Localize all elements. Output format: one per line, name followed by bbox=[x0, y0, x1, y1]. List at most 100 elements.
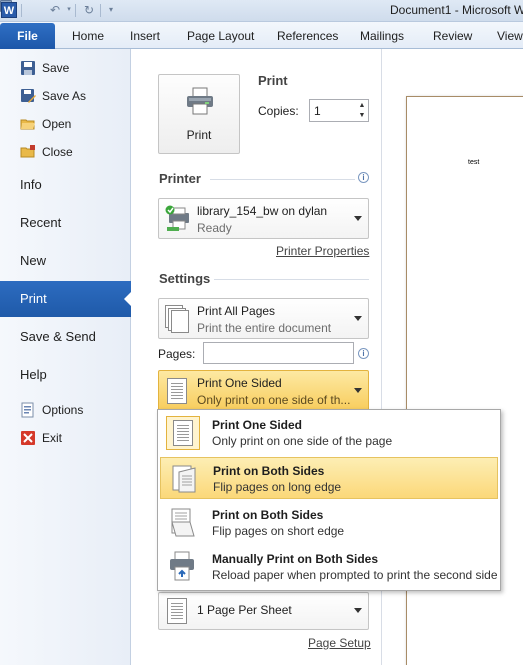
flip-short-edge-icon bbox=[171, 508, 195, 537]
nav-open-label: Open bbox=[42, 117, 72, 131]
tab-insert[interactable]: Insert bbox=[130, 29, 160, 43]
nav-info-label: Info bbox=[20, 177, 42, 192]
tab-references[interactable]: References bbox=[277, 29, 338, 43]
window-title: Document1 - Microsoft W bbox=[390, 3, 523, 17]
tab-review[interactable]: Review bbox=[433, 29, 472, 43]
nav-save-label: Save bbox=[42, 61, 70, 75]
nav-close[interactable]: Close bbox=[0, 139, 131, 165]
nav-help-label: Help bbox=[20, 367, 47, 382]
nav-recent-label: Recent bbox=[20, 215, 62, 230]
divider bbox=[214, 279, 369, 280]
nav-close-label: Close bbox=[42, 145, 73, 159]
spin-up-icon[interactable]: ▲ bbox=[356, 101, 368, 111]
nav-save-send-label: Save & Send bbox=[20, 329, 96, 344]
tab-view[interactable]: View bbox=[497, 29, 523, 43]
customize-toolbar-icon[interactable]: ▾ bbox=[104, 3, 118, 17]
sided-title: Print One Sided bbox=[197, 376, 282, 390]
menu-item-subtitle: Flip pages on short edge bbox=[212, 524, 345, 538]
chevron-down-icon bbox=[354, 316, 362, 321]
print-heading: Print bbox=[258, 73, 288, 88]
nav-save[interactable]: Save bbox=[0, 55, 131, 81]
menu-item-title: Print on Both Sides bbox=[212, 508, 324, 522]
save-as-icon bbox=[21, 89, 36, 103]
sided-options-menu: Print One Sided Only print on one side o… bbox=[157, 409, 501, 591]
sided-dropdown[interactable]: Print One Sided Only print on one side o… bbox=[158, 370, 369, 411]
nav-recent[interactable]: Recent bbox=[0, 205, 131, 241]
print-button[interactable]: Print bbox=[158, 74, 240, 154]
printer-heading: Printer bbox=[159, 171, 201, 186]
page-setup-link[interactable]: Page Setup bbox=[308, 636, 371, 650]
undo-dropdown-icon[interactable]: ▾ bbox=[62, 3, 76, 17]
nav-save-as[interactable]: Save As bbox=[0, 83, 131, 109]
menu-item-title: Print One Sided bbox=[212, 418, 303, 432]
nav-print-label: Print bbox=[20, 291, 47, 306]
menu-item-subtitle: Flip pages on long edge bbox=[213, 480, 342, 494]
pages-per-sheet-title: 1 Page Per Sheet bbox=[197, 603, 292, 617]
flip-long-edge-icon bbox=[172, 465, 196, 493]
divider bbox=[210, 179, 355, 180]
nav-save-as-label: Save As bbox=[42, 89, 87, 103]
printer-status: Ready bbox=[197, 221, 232, 235]
pages-stack-icon bbox=[165, 305, 191, 333]
nav-options-label: Options bbox=[42, 403, 84, 417]
tab-home[interactable]: Home bbox=[72, 29, 104, 43]
printer-name: library_154_bw on dylan bbox=[197, 204, 328, 218]
printer-properties-link[interactable]: Printer Properties bbox=[276, 244, 369, 258]
one-sided-page-icon bbox=[167, 378, 187, 404]
menu-item-both-sides-long-edge[interactable]: Print on Both Sides Flip pages on long e… bbox=[160, 457, 498, 499]
nav-info[interactable]: Info bbox=[0, 167, 131, 203]
printer-dropdown[interactable]: library_154_bw on dylan Ready bbox=[158, 198, 369, 239]
nav-options[interactable]: Options bbox=[0, 397, 131, 423]
menu-item-both-sides-short-edge[interactable]: Print on Both Sides Flip pages on short … bbox=[160, 502, 498, 544]
pages-per-sheet-dropdown[interactable]: 1 Page Per Sheet bbox=[158, 592, 369, 630]
chevron-down-icon bbox=[354, 216, 362, 221]
save-icon bbox=[21, 61, 35, 75]
nav-help[interactable]: Help bbox=[0, 357, 131, 393]
chevron-down-icon bbox=[354, 608, 362, 613]
manual-duplex-printer-icon bbox=[170, 551, 194, 581]
pages-input[interactable] bbox=[203, 342, 354, 364]
sided-subtitle: Only print on one side of th... bbox=[197, 393, 351, 407]
undo-icon[interactable]: ↶ bbox=[48, 3, 62, 17]
options-icon bbox=[21, 402, 34, 418]
menu-item-title: Manually Print on Both Sides bbox=[212, 552, 379, 566]
tab-mailings[interactable]: Mailings bbox=[360, 29, 404, 43]
menu-item-manual-both-sides[interactable]: Manually Print on Both Sides Reload pape… bbox=[160, 546, 498, 588]
open-folder-icon bbox=[20, 119, 35, 130]
divider bbox=[21, 4, 22, 17]
divider bbox=[75, 4, 76, 17]
one-sided-icon bbox=[166, 416, 200, 450]
printer-icon bbox=[187, 87, 213, 115]
nav-print[interactable]: Print bbox=[0, 281, 132, 317]
pages-label: Pages: bbox=[158, 347, 196, 361]
copies-value: 1 bbox=[314, 104, 321, 118]
print-range-dropdown[interactable]: Print All Pages Print the entire documen… bbox=[158, 298, 369, 339]
divider bbox=[100, 4, 101, 17]
pages-info-icon[interactable]: i bbox=[358, 348, 369, 359]
nav-exit[interactable]: Exit bbox=[0, 425, 131, 451]
tab-file[interactable]: File bbox=[0, 23, 55, 49]
printer-ready-icon bbox=[165, 205, 189, 231]
backstage-nav: Save Save As Open Close Info Recent New … bbox=[0, 49, 132, 665]
redo-icon[interactable]: ↻ bbox=[82, 3, 96, 17]
printer-info-icon[interactable]: i bbox=[358, 172, 369, 183]
tab-page-layout[interactable]: Page Layout bbox=[187, 29, 254, 43]
menu-item-subtitle: Only print on one side of the page bbox=[212, 434, 393, 448]
menu-item-title: Print on Both Sides bbox=[213, 464, 325, 478]
settings-heading: Settings bbox=[159, 271, 211, 286]
ribbon-tab-row: File Home Insert Page Layout References … bbox=[0, 22, 523, 49]
print-button-label: Print bbox=[186, 128, 212, 142]
close-folder-icon bbox=[20, 145, 35, 158]
spin-down-icon[interactable]: ▼ bbox=[356, 111, 368, 121]
nav-new[interactable]: New bbox=[0, 243, 131, 279]
title-bar: W ↶ ▾ ↻ ▾ Document1 - Microsoft W bbox=[0, 0, 523, 22]
copies-label: Copies: bbox=[258, 104, 299, 118]
menu-item-subtitle: Reload paper when prompted to print the … bbox=[212, 568, 498, 582]
chevron-down-icon bbox=[354, 388, 362, 393]
word-app-icon[interactable]: W bbox=[1, 2, 17, 18]
menu-item-one-sided[interactable]: Print One Sided Only print on one side o… bbox=[160, 412, 498, 454]
nav-save-send[interactable]: Save & Send bbox=[0, 319, 131, 355]
nav-open[interactable]: Open bbox=[0, 111, 131, 137]
page-per-sheet-icon bbox=[167, 598, 187, 624]
copies-spinner[interactable]: 1 ▲ ▼ bbox=[309, 99, 369, 122]
